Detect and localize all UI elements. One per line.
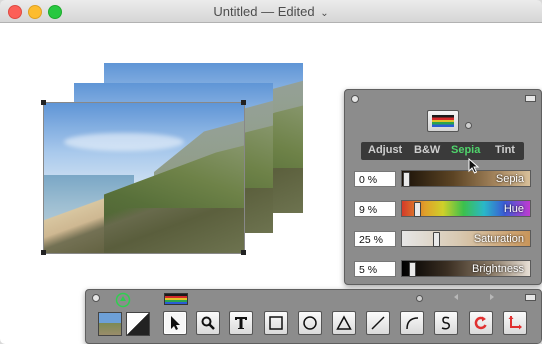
crop-arrow-icon [508, 316, 522, 330]
mouse-cursor-icon [468, 158, 480, 174]
magnifier-icon [201, 316, 215, 330]
sepia-value-field[interactable]: 0 % [354, 171, 396, 187]
text-icon [235, 317, 247, 329]
brightness-slider-label: Brightness [472, 263, 524, 275]
tab-tint[interactable]: Tint [495, 144, 515, 156]
circle-icon [303, 316, 317, 330]
window-title-text: Untitled — Edited [213, 4, 315, 19]
saturation-value-field[interactable]: 25 % [354, 231, 396, 247]
chevron-down-icon[interactable]: ⌄ [320, 8, 328, 19]
color-options-dot[interactable] [465, 122, 472, 129]
rotate-icon [474, 316, 487, 330]
selection-handle-top-right[interactable] [241, 100, 246, 105]
tab-adjust[interactable]: Adjust [368, 144, 402, 156]
saturation-slider-knob[interactable] [433, 232, 440, 247]
arrow-up-circle-icon[interactable] [115, 292, 131, 308]
tool-oval[interactable] [298, 311, 322, 335]
color-palette-icon[interactable] [164, 293, 188, 305]
triangle-icon [336, 315, 352, 330]
previous-arrow-icon[interactable] [452, 293, 460, 301]
tool-rotate[interactable] [469, 311, 493, 335]
selection-handle-bottom-right[interactable] [241, 250, 246, 255]
arc-icon [406, 317, 419, 330]
selection-handle-top-left[interactable] [41, 100, 46, 105]
selection-handle-bottom-left[interactable] [41, 250, 46, 255]
palette-options-dot[interactable] [416, 295, 423, 302]
saturation-slider[interactable]: Saturation [401, 230, 531, 247]
squiggle-icon [441, 316, 450, 330]
tool-text[interactable] [229, 311, 253, 335]
tab-sepia[interactable]: Sepia [451, 144, 480, 156]
palette-close-icon[interactable] [92, 294, 100, 302]
rectangle-icon [269, 316, 283, 330]
arrow-pointer-icon [171, 316, 180, 330]
stroke-swatch[interactable] [126, 312, 150, 336]
app-window: Untitled — Edited ⌄ Adjust B&W Sepia Tin… [0, 0, 542, 344]
sepia-slider[interactable]: Sepia [401, 170, 531, 187]
panel-collapse-icon[interactable] [525, 95, 536, 102]
hue-slider-knob[interactable] [414, 202, 421, 217]
tool-freehand[interactable] [434, 311, 458, 335]
brightness-slider[interactable]: Brightness [401, 260, 531, 277]
window-title[interactable]: Untitled — Edited ⌄ [0, 4, 542, 19]
tool-rectangle[interactable] [264, 311, 288, 335]
effects-tabs: Adjust B&W Sepia Tint [361, 142, 524, 160]
color-swatch-icon [432, 115, 454, 127]
tool-triangle[interactable] [332, 311, 356, 335]
color-well-button[interactable] [427, 110, 459, 132]
title-bar: Untitled — Edited ⌄ [0, 0, 542, 23]
sepia-slider-knob[interactable] [403, 172, 410, 187]
sepia-slider-label: Sepia [495, 173, 524, 185]
hue-slider-label: Hue [503, 203, 524, 215]
brightness-slider-knob[interactable] [409, 262, 416, 277]
next-arrow-icon[interactable] [488, 293, 496, 301]
saturation-slider-label: Saturation [473, 233, 524, 245]
palette-collapse-icon[interactable] [525, 294, 536, 301]
hue-slider[interactable]: Hue [401, 200, 531, 217]
hue-value-field[interactable]: 9 % [354, 201, 396, 217]
fill-swatch-image[interactable] [98, 312, 122, 336]
panel-close-icon[interactable] [351, 95, 359, 103]
tool-crop[interactable] [503, 311, 527, 335]
tool-arc[interactable] [400, 311, 424, 335]
tool-zoom[interactable] [196, 311, 220, 335]
photo-selected[interactable] [44, 103, 244, 253]
tool-select[interactable] [163, 311, 187, 335]
tab-bw[interactable]: B&W [414, 144, 440, 156]
tool-line[interactable] [366, 311, 390, 335]
brightness-value-field[interactable]: 5 % [354, 261, 396, 277]
line-icon [371, 316, 385, 330]
